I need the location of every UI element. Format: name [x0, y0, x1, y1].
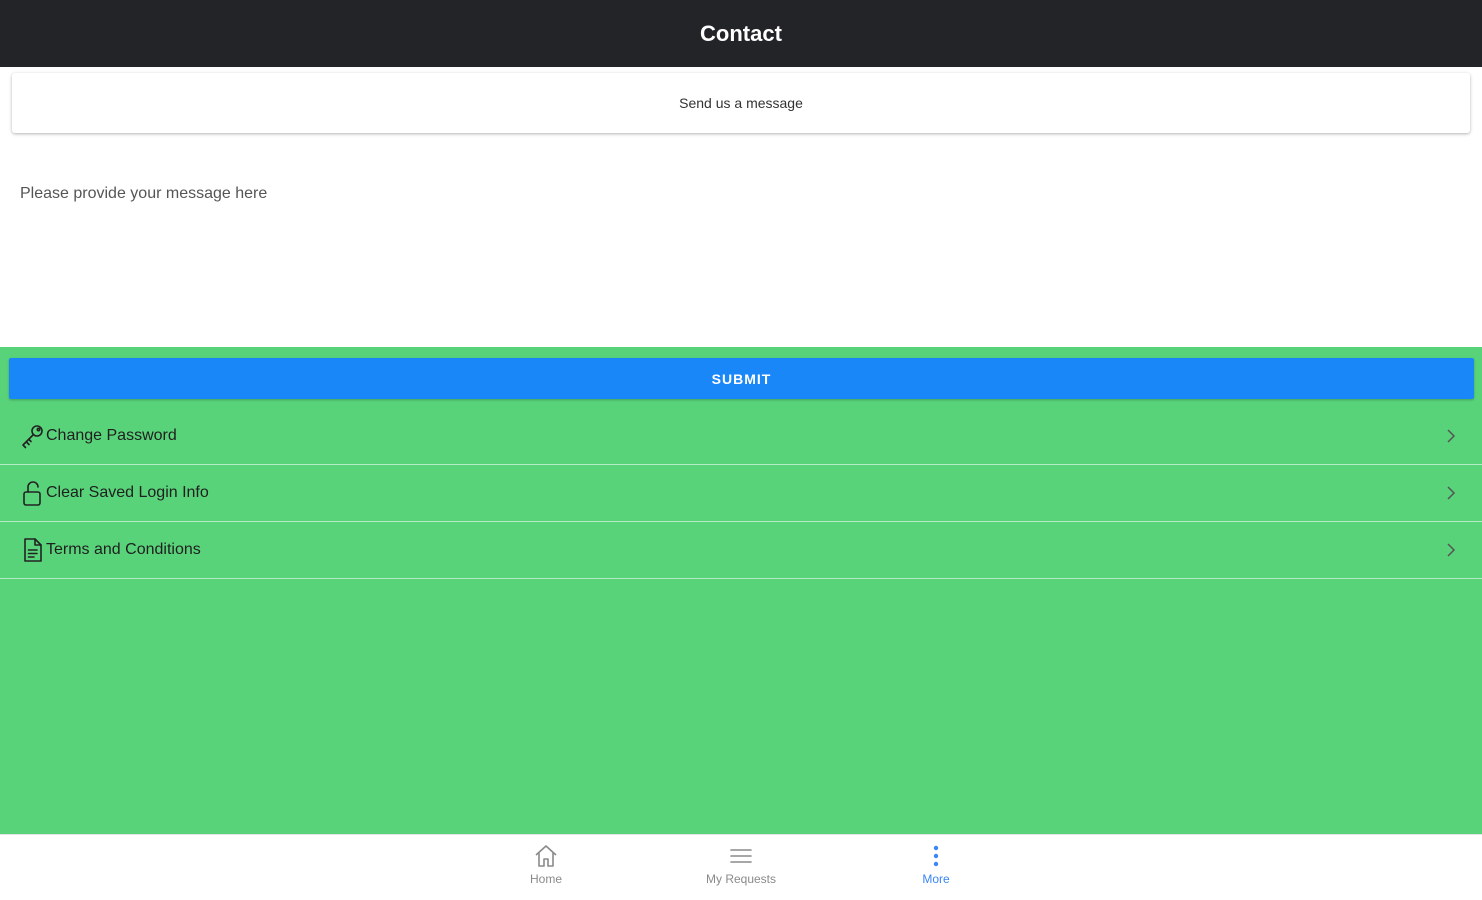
- home-icon: [533, 843, 559, 869]
- tab-label: Home: [529, 872, 562, 886]
- menu-item-clear-login[interactable]: Clear Saved Login Info: [0, 465, 1482, 522]
- key-icon: [20, 423, 46, 449]
- chevron-right-icon: [1444, 486, 1458, 500]
- app-header: Contact: [0, 0, 1482, 67]
- menu-item-label: Change Password: [46, 427, 177, 444]
- message-area: [0, 145, 1482, 347]
- more-vertical-icon: [923, 843, 949, 869]
- actions-section: SUBMIT Change Password Clear Saved Login…: [0, 347, 1482, 834]
- menu-item-change-password[interactable]: Change Password: [0, 408, 1482, 465]
- chevron-right-icon: [1444, 543, 1458, 557]
- menu-item-label: Clear Saved Login Info: [46, 484, 209, 501]
- tab-home[interactable]: Home: [486, 843, 606, 893]
- submit-label: SUBMIT: [711, 370, 772, 387]
- card-label: Send us a message: [679, 95, 803, 111]
- send-message-card: Send us a message: [12, 73, 1470, 133]
- message-input[interactable]: [0, 145, 1482, 347]
- tab-more[interactable]: More: [876, 843, 996, 893]
- document-icon: [20, 537, 46, 563]
- chevron-right-icon: [1444, 429, 1458, 443]
- settings-menu: Change Password Clear Saved Login Info T…: [0, 408, 1482, 579]
- page-title: Contact: [700, 20, 782, 46]
- menu-item-label: Terms and Conditions: [46, 541, 201, 558]
- unlock-icon: [20, 480, 46, 506]
- menu-item-terms[interactable]: Terms and Conditions: [0, 522, 1482, 579]
- bottom-tab-bar: Home My Requests More: [0, 834, 1482, 900]
- submit-button[interactable]: SUBMIT: [9, 358, 1474, 399]
- tab-my-requests[interactable]: My Requests: [681, 843, 801, 893]
- tab-label: My Requests: [705, 872, 777, 886]
- tab-label: More: [922, 872, 950, 886]
- list-icon: [728, 843, 754, 869]
